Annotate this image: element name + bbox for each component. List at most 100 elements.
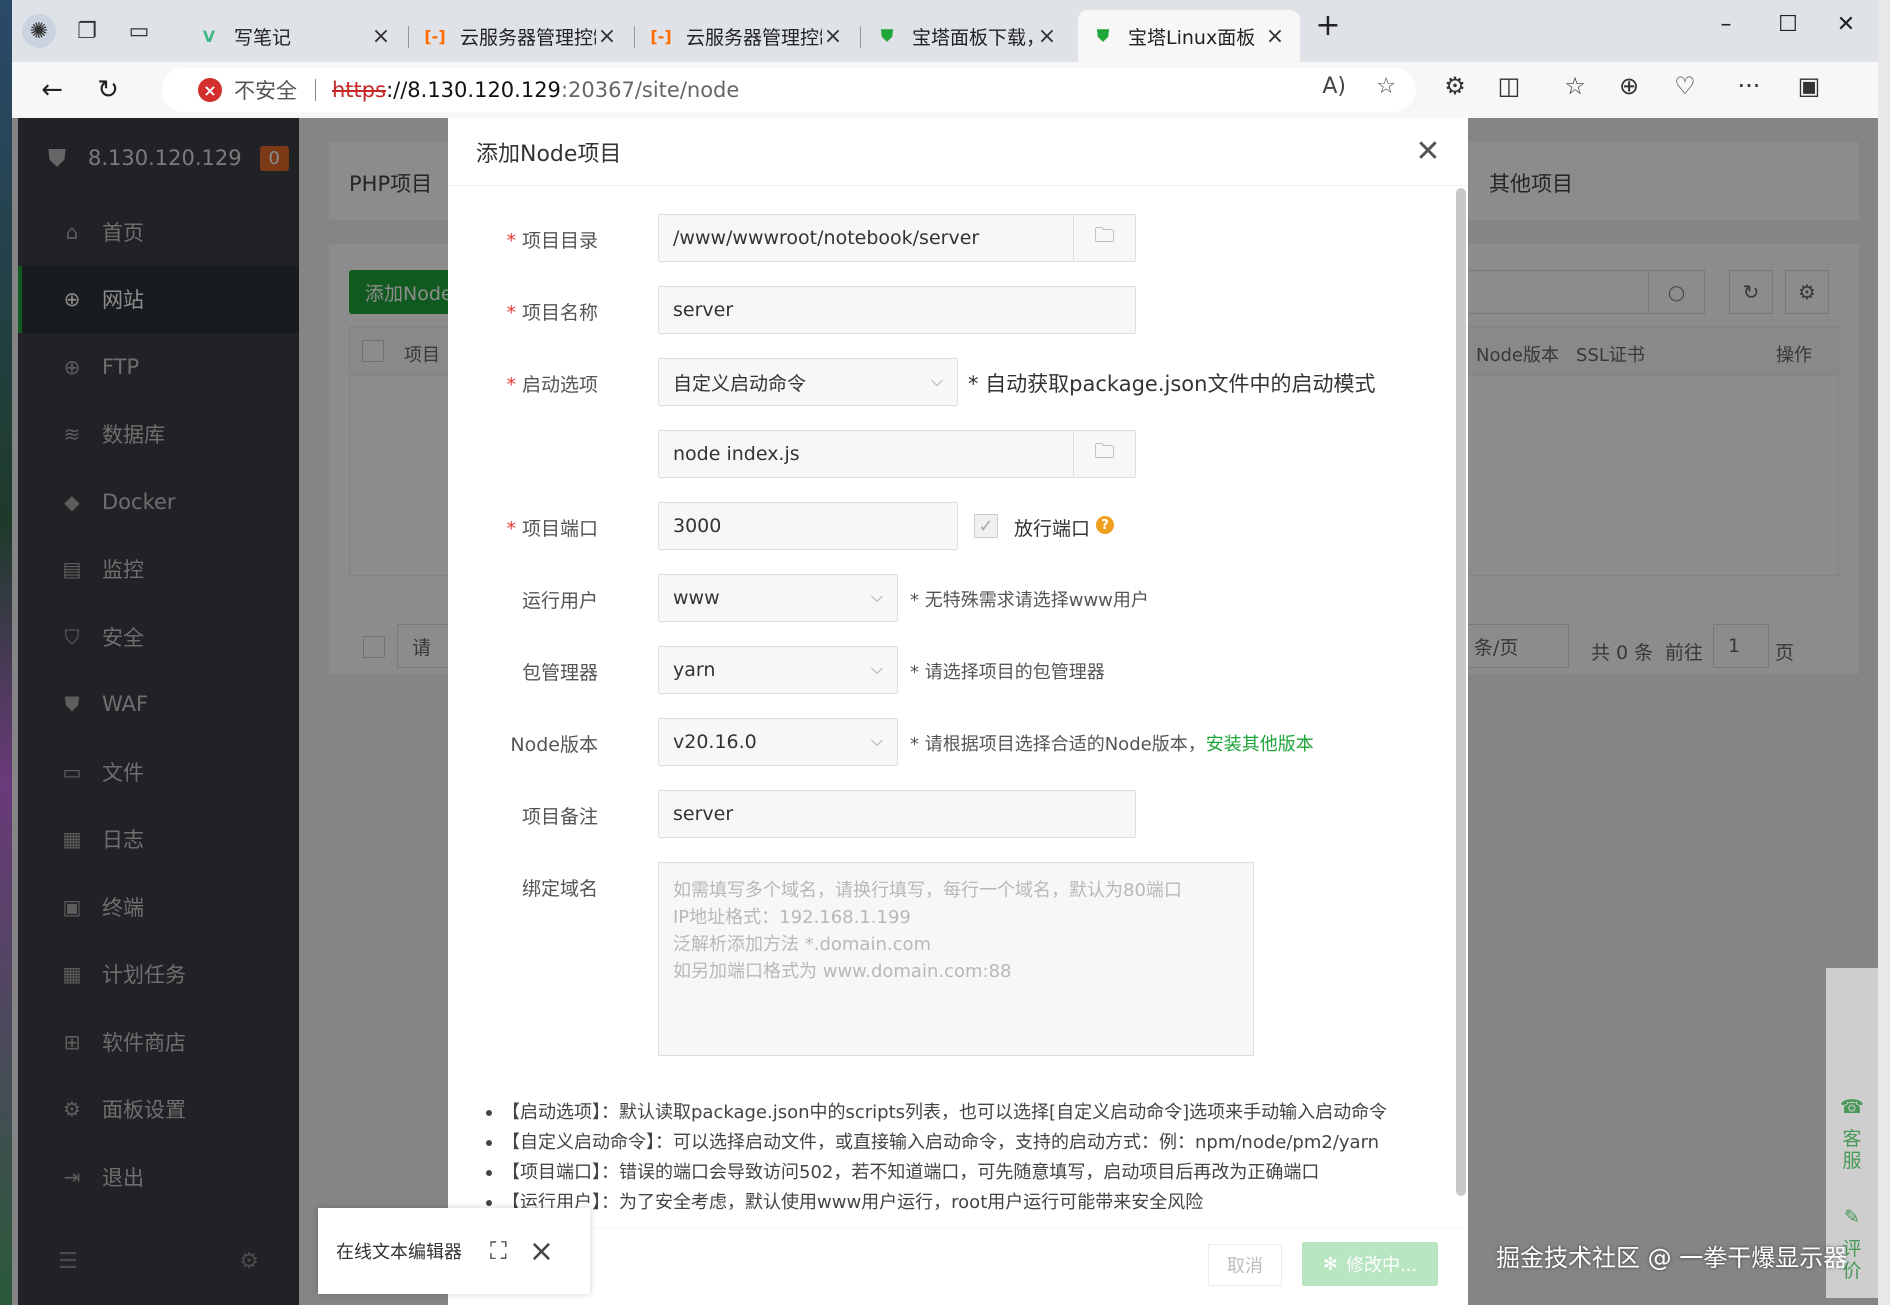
start-option-select[interactable]: 自定义启动命令 ⌵ <box>658 358 958 406</box>
online-editor-label: 在线文本编辑器 <box>336 1242 462 1263</box>
new-tab-icon[interactable]: + <box>1308 8 1348 43</box>
row-remark: 项目备注 server <box>448 790 1448 838</box>
performance-icon[interactable]: ♡ <box>1668 72 1702 100</box>
fullscreen-icon[interactable]: ⛶ <box>490 1237 507 1265</box>
tab-separator <box>634 26 635 48</box>
tab-aliyun-console-1[interactable]: [-] 云服务器管理控制台 × <box>410 10 632 62</box>
row-project-port: * 项目端口 3000 ✓ 放行端口 ? <box>448 502 1448 550</box>
online-editor-chip[interactable]: 在线文本编辑器 ⛶ × <box>318 1208 590 1294</box>
bt-shield-icon: ⛊ <box>1096 26 1109 45</box>
chevron-down-icon: ⌵ <box>930 371 943 390</box>
remark-label: 项目备注 <box>521 806 598 828</box>
url-divider <box>315 79 316 101</box>
install-other-version-link[interactable]: 安装其他版本 <box>1206 734 1314 755</box>
help-icon[interactable]: ? <box>1096 516 1114 534</box>
row-project-dir: * 项目目录 /www/wwwroot/notebook/server 🗀 <box>448 214 1448 262</box>
row-bind-domain: 绑定域名 如需填写多个域名，请换行填写，每行一个域名，默认为80端口 IP地址格… <box>448 862 1448 1056</box>
submit-button[interactable]: ✻ 修改中... <box>1302 1242 1438 1286</box>
node-version-label: Node版本 <box>510 734 598 756</box>
folder-icon[interactable]: 🗀 <box>1073 215 1135 261</box>
tab-bt-download[interactable]: ⛊ 宝塔面板下载，免费全 × <box>862 10 1072 62</box>
url-host: ://8.130.120.129 <box>386 78 561 102</box>
loading-icon: ✻ <box>1322 1253 1338 1275</box>
tab-actions-icon[interactable]: ▭ <box>122 14 156 48</box>
package-manager-label: 包管理器 <box>521 662 598 684</box>
desktop-edge-right <box>1878 0 1890 1305</box>
close-tab-icon[interactable]: × <box>822 24 844 49</box>
dialog-footer: 取消 ✻ 修改中... <box>448 1227 1468 1305</box>
workspaces-icon[interactable]: ❐ <box>70 14 104 48</box>
reload-icon[interactable]: ↻ <box>90 72 126 108</box>
read-aloud-icon[interactable]: A) <box>1322 74 1346 99</box>
row-package-manager: 包管理器 yarn ⌵ * 请选择项目的包管理器 <box>448 646 1448 694</box>
remark-input[interactable]: server <box>658 790 1136 838</box>
chevron-down-icon: ⌵ <box>870 731 883 750</box>
start-option-hint: * 自动获取package.json文件中的启动模式 <box>968 372 1376 396</box>
extensions-icon[interactable]: ⚙ <box>1438 72 1472 100</box>
close-icon[interactable]: ✕ <box>1410 134 1446 170</box>
maximize-icon[interactable]: ☐ <box>1768 12 1808 37</box>
project-port-label: * 项目端口 <box>506 518 598 540</box>
browser-window: ✺ ❐ ▭ V 写笔记 × [-] 云服务器管理控制台 × [-] 云服务器管理… <box>12 0 1878 1305</box>
bind-domain-textarea[interactable]: 如需填写多个域名，请换行填写，每行一个域名，默认为80端口 IP地址格式：192… <box>658 862 1254 1056</box>
close-tab-icon[interactable]: × <box>1036 24 1058 49</box>
tab-aliyun-console-2[interactable]: [-] 云服务器管理控制台 × <box>636 10 858 62</box>
bind-domain-label: 绑定域名 <box>521 878 598 900</box>
project-dir-input[interactable]: /www/wwwroot/notebook/server 🗀 <box>658 214 1136 262</box>
aliyun-icon: [-] <box>650 26 672 46</box>
help-notes: 【启动选项】：默认读取package.json中的scripts列表，也可以选择… <box>486 1098 1446 1218</box>
sidebar-toggle-icon[interactable]: ▣ <box>1792 72 1826 100</box>
cancel-button[interactable]: 取消 <box>1208 1244 1282 1286</box>
tab-separator <box>408 26 409 48</box>
folder-icon[interactable]: 🗀 <box>1073 431 1135 477</box>
close-icon[interactable]: × <box>529 1234 554 1269</box>
favorite-star-icon[interactable]: ☆ <box>1376 74 1396 99</box>
project-port-input[interactable]: 3000 <box>658 502 958 550</box>
close-window-icon[interactable]: ✕ <box>1826 12 1866 37</box>
minimize-icon[interactable]: – <box>1706 12 1746 37</box>
row-project-name: * 项目名称 server <box>448 286 1448 334</box>
start-command-input[interactable]: node index.js 🗀 <box>658 430 1136 478</box>
back-icon[interactable]: ← <box>34 72 70 108</box>
project-dir-label: * 项目目录 <box>506 230 598 252</box>
favorites-icon[interactable]: ☆ <box>1558 72 1592 100</box>
not-secure-icon: × <box>198 78 222 102</box>
vue-icon: V <box>202 26 216 46</box>
note-item: 【启动选项】：默认读取package.json中的scripts列表，也可以选择… <box>486 1098 1446 1128</box>
profile-icon[interactable]: ✺ <box>22 14 56 48</box>
review-icon[interactable]: ✎ <box>1840 1206 1864 1228</box>
tab-bt-panel[interactable]: ⛊ 宝塔Linux面板 × <box>1078 10 1300 62</box>
project-name-input[interactable]: server <box>658 286 1136 334</box>
page-viewport: ⛊ 8.130.120.129 0 ⌂ 首页 ⊕ 网站 ⊕ FTP ≋ 数据库 ◆ Doc… <box>12 118 1878 1305</box>
row-run-user: 运行用户 www ⌵ * 无特殊需求请选择www用户 <box>448 574 1448 622</box>
more-menu-icon[interactable]: ··· <box>1732 72 1766 100</box>
note-item: 【项目端口】：错误的端口会导致访问502，若不知道端口，可先随意填写，启动项目后… <box>486 1158 1446 1188</box>
close-tab-icon[interactable]: × <box>370 24 392 49</box>
project-name-label: * 项目名称 <box>506 302 598 324</box>
chevron-down-icon: ⌵ <box>870 659 883 678</box>
start-option-label: * 启动选项 <box>506 374 598 396</box>
tab-bar: ✺ ❐ ▭ V 写笔记 × [-] 云服务器管理控制台 × [-] 云服务器管理… <box>12 0 1878 62</box>
close-tab-icon[interactable]: × <box>596 24 618 49</box>
split-screen-icon[interactable]: ◫ <box>1492 72 1526 100</box>
run-user-hint: * 无特殊需求请选择www用户 <box>910 590 1149 611</box>
package-manager-hint: * 请选择项目的包管理器 <box>910 662 1105 683</box>
tab-separator <box>860 26 861 48</box>
row-start-command: node index.js 🗀 <box>448 430 1448 478</box>
address-bar-row: ← ↻ × 不安全 https ://8.130.120.129 :20367/… <box>12 62 1878 118</box>
node-version-select[interactable]: v20.16.0 ⌵ <box>658 718 898 766</box>
tab-notes[interactable]: V 写笔记 × <box>184 10 406 62</box>
add-node-project-dialog: 添加Node项目 ✕ * 项目目录 /www/wwwroot/notebook/s… <box>448 118 1468 1305</box>
package-manager-select[interactable]: yarn ⌵ <box>658 646 898 694</box>
customer-service-label[interactable]: 客服 <box>1840 1128 1864 1172</box>
collections-icon[interactable]: ⊕ <box>1612 72 1646 100</box>
row-start-option: * 启动选项 自定义启动命令 ⌵ * 自动获取package.json文件中的启动… <box>448 358 1448 406</box>
run-user-select[interactable]: www ⌵ <box>658 574 898 622</box>
release-port-label[interactable]: 放行端口 <box>1014 514 1090 541</box>
url-input[interactable]: × 不安全 https ://8.130.120.129 :20367/site… <box>162 68 1416 112</box>
bt-shield-icon: ⛊ <box>880 26 893 45</box>
dialog-scrollbar[interactable] <box>1456 188 1466 1196</box>
customer-service-icon[interactable]: ☎ <box>1840 1096 1864 1118</box>
release-port-checkbox[interactable]: ✓ <box>974 514 998 538</box>
close-tab-icon[interactable]: × <box>1264 24 1286 49</box>
